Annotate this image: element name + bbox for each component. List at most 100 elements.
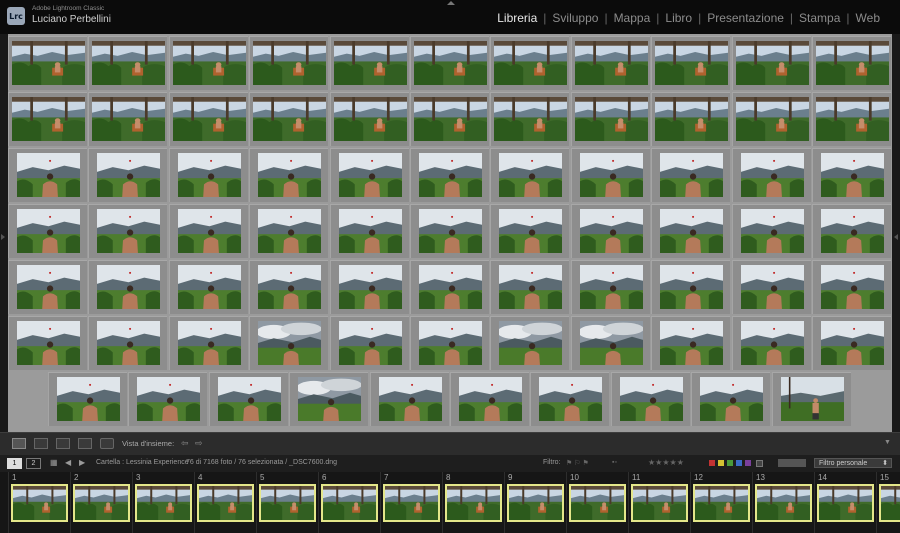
filmstrip-cell[interactable]: 6 — [318, 472, 380, 533]
grid-cell[interactable] — [490, 36, 570, 90]
photo-thumbnail[interactable] — [494, 97, 568, 141]
grid-cell[interactable] — [570, 148, 650, 202]
photo-thumbnail[interactable] — [258, 265, 322, 309]
grid-cell[interactable] — [570, 92, 650, 146]
grid-cell[interactable] — [812, 148, 891, 202]
grid-cell[interactable] — [8, 148, 87, 202]
grid-cell[interactable] — [329, 148, 409, 202]
filmstrip-cell[interactable]: 3 — [132, 472, 194, 533]
filmstrip-thumbnail[interactable] — [693, 484, 750, 522]
photo-thumbnail[interactable] — [740, 265, 804, 309]
filmstrip-thumbnail[interactable] — [197, 484, 254, 522]
photo-thumbnail[interactable] — [579, 209, 643, 253]
grid-cell[interactable] — [812, 204, 891, 258]
source-folder[interactable]: Cartella : Lessinia Experience — [96, 459, 189, 466]
photo-thumbnail[interactable] — [499, 153, 563, 197]
filmstrip-thumbnail[interactable] — [445, 484, 502, 522]
grid-cell[interactable] — [651, 316, 731, 370]
grid-cell[interactable] — [731, 92, 811, 146]
grid-cell[interactable] — [812, 92, 891, 146]
grid-cell[interactable] — [168, 260, 248, 314]
grid-cell[interactable] — [249, 92, 329, 146]
photo-thumbnail[interactable] — [821, 153, 884, 197]
filmstrip-thumbnail[interactable] — [507, 484, 564, 522]
photo-thumbnail[interactable] — [414, 41, 487, 85]
grid-cell[interactable] — [731, 316, 811, 370]
photo-thumbnail[interactable] — [177, 153, 241, 197]
photo-thumbnail[interactable] — [177, 321, 241, 365]
grid-view-icon[interactable] — [12, 438, 26, 449]
photo-thumbnail[interactable] — [419, 265, 482, 309]
filmstrip-thumbnail[interactable] — [631, 484, 688, 522]
purple-label-filter[interactable] — [745, 460, 751, 466]
photo-thumbnail[interactable] — [419, 209, 482, 253]
filmstrip-thumbnail[interactable] — [73, 484, 130, 522]
grid-cell[interactable] — [570, 204, 650, 258]
grid-cell[interactable] — [410, 92, 489, 146]
photo-thumbnail[interactable] — [816, 41, 889, 85]
module-mappa[interactable]: Mappa — [608, 11, 657, 25]
grid-cell[interactable] — [410, 204, 489, 258]
photo-thumbnail[interactable] — [298, 377, 362, 421]
photo-thumbnail[interactable] — [700, 377, 764, 421]
grid-cell[interactable] — [249, 316, 329, 370]
photo-thumbnail[interactable] — [338, 265, 402, 309]
grid-cell[interactable] — [48, 372, 127, 426]
photo-thumbnail[interactable] — [499, 321, 563, 365]
grid-cell[interactable] — [410, 36, 489, 90]
green-label-filter[interactable] — [727, 460, 733, 466]
left-panel-toggle-icon[interactable] — [1, 234, 5, 240]
photo-thumbnail[interactable] — [172, 41, 246, 85]
photo-thumbnail[interactable] — [574, 41, 648, 85]
photo-thumbnail[interactable] — [660, 153, 724, 197]
grid-cell[interactable] — [450, 372, 529, 426]
photo-thumbnail[interactable] — [579, 265, 643, 309]
grid-cell[interactable] — [168, 36, 248, 90]
photo-thumbnail[interactable] — [97, 265, 161, 309]
window-2-button[interactable]: 2 — [26, 458, 41, 469]
survey-view-icon[interactable] — [78, 438, 92, 449]
filmstrip-thumbnail[interactable] — [135, 484, 192, 522]
photo-thumbnail[interactable] — [177, 209, 241, 253]
filmstrip-cell[interactable]: 10 — [566, 472, 628, 533]
grid-cell[interactable] — [530, 372, 610, 426]
photo-thumbnail[interactable] — [419, 153, 482, 197]
grid-cell[interactable] — [731, 260, 811, 314]
filmstrip-thumbnail[interactable] — [383, 484, 440, 522]
back-arrow-icon[interactable]: ⇦ — [181, 438, 189, 449]
photo-thumbnail[interactable] — [17, 321, 80, 365]
filmstrip-cell[interactable]: 15 — [876, 472, 900, 533]
photo-thumbnail[interactable] — [821, 265, 884, 309]
filmstrip-cell[interactable]: 7 — [380, 472, 442, 533]
grid-cell[interactable] — [570, 316, 650, 370]
photo-thumbnail[interactable] — [338, 153, 402, 197]
filmstrip-cell[interactable]: 12 — [690, 472, 752, 533]
photo-thumbnail[interactable] — [740, 153, 804, 197]
photo-thumbnail[interactable] — [253, 97, 327, 141]
photo-thumbnail[interactable] — [780, 377, 844, 421]
photo-thumbnail[interactable] — [92, 97, 166, 141]
photo-thumbnail[interactable] — [17, 265, 80, 309]
photo-thumbnail[interactable] — [414, 97, 487, 141]
filter-preset-select[interactable]: Filtro personale ⬍ — [814, 458, 892, 468]
photo-thumbnail[interactable] — [57, 377, 120, 421]
filmstrip-cell[interactable]: 4 — [194, 472, 256, 533]
grid-cell[interactable] — [168, 148, 248, 202]
grid-cell[interactable] — [490, 260, 570, 314]
grid-cell[interactable] — [249, 148, 329, 202]
grid-cell[interactable] — [651, 92, 731, 146]
window-1-button[interactable]: 1 — [7, 458, 22, 469]
grid-cell[interactable] — [329, 92, 409, 146]
grid-cell[interactable] — [410, 260, 489, 314]
photo-thumbnail[interactable] — [735, 41, 809, 85]
filmstrip-cell[interactable]: 9 — [504, 472, 566, 533]
grid-cell[interactable] — [410, 316, 489, 370]
grid-cell[interactable] — [812, 316, 891, 370]
grid-cell[interactable] — [88, 148, 168, 202]
grid-cell[interactable] — [88, 92, 168, 146]
grid-cell[interactable] — [731, 36, 811, 90]
photo-thumbnail[interactable] — [12, 97, 85, 141]
photo-thumbnail[interactable] — [821, 321, 884, 365]
rating-filter-stars[interactable]: ★★★★★ — [648, 458, 684, 467]
photo-thumbnail[interactable] — [499, 265, 563, 309]
